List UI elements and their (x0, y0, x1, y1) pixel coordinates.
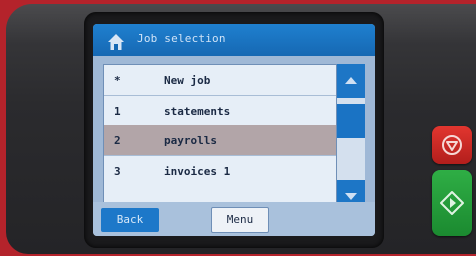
job-number: * (114, 74, 121, 87)
job-name: statements (164, 105, 231, 118)
stop-button[interactable] (432, 126, 472, 164)
job-name: invoices 1 (164, 165, 231, 178)
job-number: 3 (114, 165, 121, 178)
chevron-up-icon (345, 77, 357, 84)
job-name: payrolls (164, 134, 217, 147)
home-icon[interactable] (107, 33, 125, 51)
chevron-down-icon (345, 193, 357, 200)
job-list: * New job 1 statements 2 payrolls 3 invo… (103, 64, 337, 216)
job-row[interactable]: 3 invoices 1 (104, 155, 336, 186)
menu-button[interactable]: Menu (211, 207, 269, 233)
job-number: 1 (114, 105, 121, 118)
job-row-new[interactable]: * New job (104, 65, 336, 95)
job-name: New job (164, 74, 211, 87)
start-icon (440, 191, 464, 215)
start-button[interactable] (432, 170, 472, 236)
page-title: Job selection (137, 32, 226, 45)
job-row[interactable]: 1 statements (104, 95, 336, 126)
lcd-screen: Job selection * New job 1 statements 2 p… (93, 24, 375, 236)
job-row-selected[interactable]: 2 payrolls (104, 125, 336, 155)
scroll-up-button[interactable] (337, 64, 365, 98)
job-number: 2 (114, 134, 121, 147)
list-scrollbar[interactable] (337, 64, 365, 214)
stop-icon (442, 135, 462, 155)
title-bar: Job selection (93, 24, 375, 56)
scroll-thumb[interactable] (337, 104, 365, 138)
bottom-bar: Back Menu (93, 202, 375, 236)
back-button[interactable]: Back (101, 208, 159, 232)
